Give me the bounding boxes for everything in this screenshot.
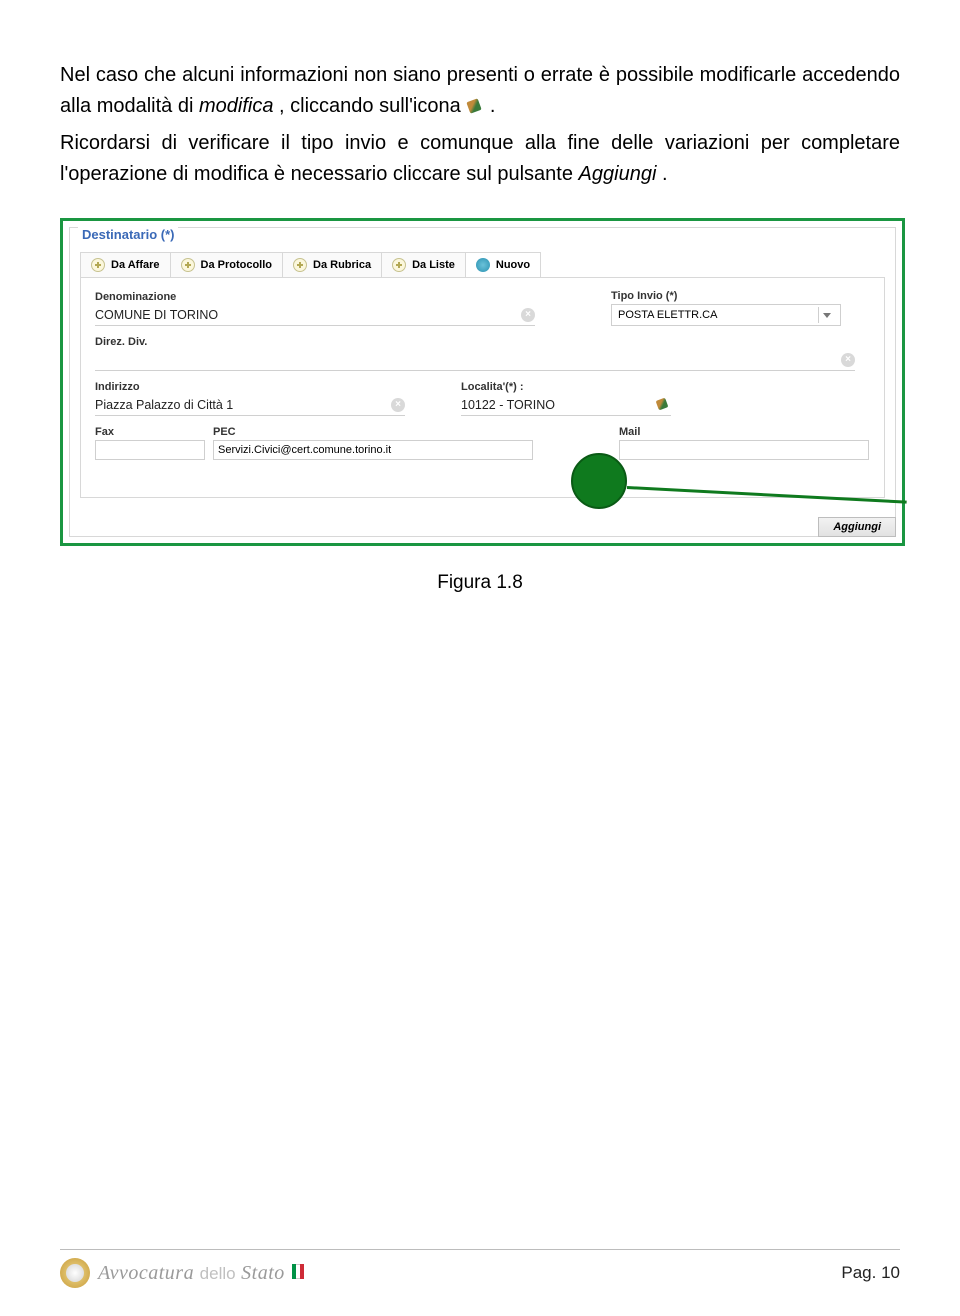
clear-icon[interactable]: × — [521, 308, 535, 322]
text: Ricordarsi di verificare il tipo invio e… — [60, 132, 900, 185]
input-fax[interactable] — [95, 440, 205, 460]
label-pec: PEC — [213, 426, 533, 438]
value-indirizzo[interactable]: Piazza Palazzo di Città 1 — [95, 395, 391, 415]
tab-label: Da Affare — [111, 259, 160, 271]
input-mail[interactable] — [619, 440, 869, 460]
tab-label: Da Protocollo — [201, 259, 273, 271]
value-tipoinvio: POSTA ELETTR.CA — [618, 309, 717, 321]
page-number: Pag. 10 — [841, 1263, 900, 1283]
text-modifica: modifica — [199, 95, 273, 117]
plus-icon — [293, 258, 307, 272]
clear-icon[interactable]: × — [841, 353, 855, 367]
plus-icon — [91, 258, 105, 272]
tab-label: Da Liste — [412, 259, 455, 271]
flag-icon — [292, 1264, 304, 1279]
label-fax: Fax — [95, 426, 205, 438]
emblem-icon — [60, 1258, 90, 1288]
destinatario-panel: Destinatario (*) Da Affare Da Protocollo… — [69, 227, 896, 537]
plus-icon — [392, 258, 406, 272]
brand-logo: Avvocatura dello Stato — [60, 1258, 304, 1288]
brand-word-3: Stato — [241, 1262, 285, 1284]
text: . — [662, 163, 668, 185]
panel-legend: Destinatario (*) — [78, 227, 178, 242]
tab-da-affare[interactable]: Da Affare — [80, 252, 171, 277]
figure-frame: Destinatario (*) Da Affare Da Protocollo… — [60, 218, 905, 546]
label-tipoinvio: Tipo Invio (*) — [611, 290, 841, 302]
intro-paragraph-2: Ricordarsi di verificare il tipo invio e… — [60, 128, 900, 190]
tab-da-protocollo[interactable]: Da Protocollo — [170, 252, 284, 277]
brand-word-1: Avvocatura — [98, 1262, 194, 1284]
tab-label: Nuovo — [496, 259, 530, 271]
value-denominazione[interactable]: COMUNE DI TORINO — [95, 305, 521, 325]
tab-da-liste[interactable]: Da Liste — [381, 252, 466, 277]
chevron-down-icon — [818, 307, 834, 323]
value-direz[interactable] — [95, 350, 841, 370]
input-pec[interactable] — [213, 440, 533, 460]
annotation-line — [627, 486, 907, 504]
page-footer: Avvocatura dello Stato Pag. 10 — [60, 1249, 900, 1288]
text: , cliccando sull'icona — [279, 95, 466, 117]
select-tipoinvio[interactable]: POSTA ELETTR.CA — [611, 304, 841, 326]
text-aggiungi: Aggiungi — [579, 163, 657, 185]
label-denominazione: Denominazione — [95, 291, 535, 303]
edit-icon[interactable] — [655, 397, 671, 413]
tab-da-rubrica[interactable]: Da Rubrica — [282, 252, 382, 277]
form-body: Denominazione COMUNE DI TORINO × Tipo In… — [80, 278, 885, 498]
text: . — [490, 95, 496, 117]
value-localita[interactable]: 10122 - TORINO — [461, 395, 651, 415]
label-mail: Mail — [619, 426, 869, 438]
label-indirizzo: Indirizzo — [95, 381, 405, 393]
label-direz: Direz. Div. — [95, 336, 855, 348]
aggiungi-button[interactable]: Aggiungi — [818, 517, 896, 537]
tabs-bar: Da Affare Da Protocollo Da Rubrica Da Li… — [80, 252, 885, 278]
brand-word-2: dello — [200, 1264, 236, 1283]
dot-icon — [476, 258, 490, 272]
clear-icon[interactable]: × — [391, 398, 405, 412]
label-localita: Localita'(*) : — [461, 381, 671, 393]
intro-paragraph-1: Nel caso che alcuni informazioni non sia… — [60, 60, 900, 122]
annotation-circle — [571, 453, 627, 509]
edit-icon — [466, 98, 484, 116]
figure-caption: Figura 1.8 — [60, 572, 900, 594]
tab-label: Da Rubrica — [313, 259, 371, 271]
tab-nuovo[interactable]: Nuovo — [465, 252, 541, 277]
plus-icon — [181, 258, 195, 272]
